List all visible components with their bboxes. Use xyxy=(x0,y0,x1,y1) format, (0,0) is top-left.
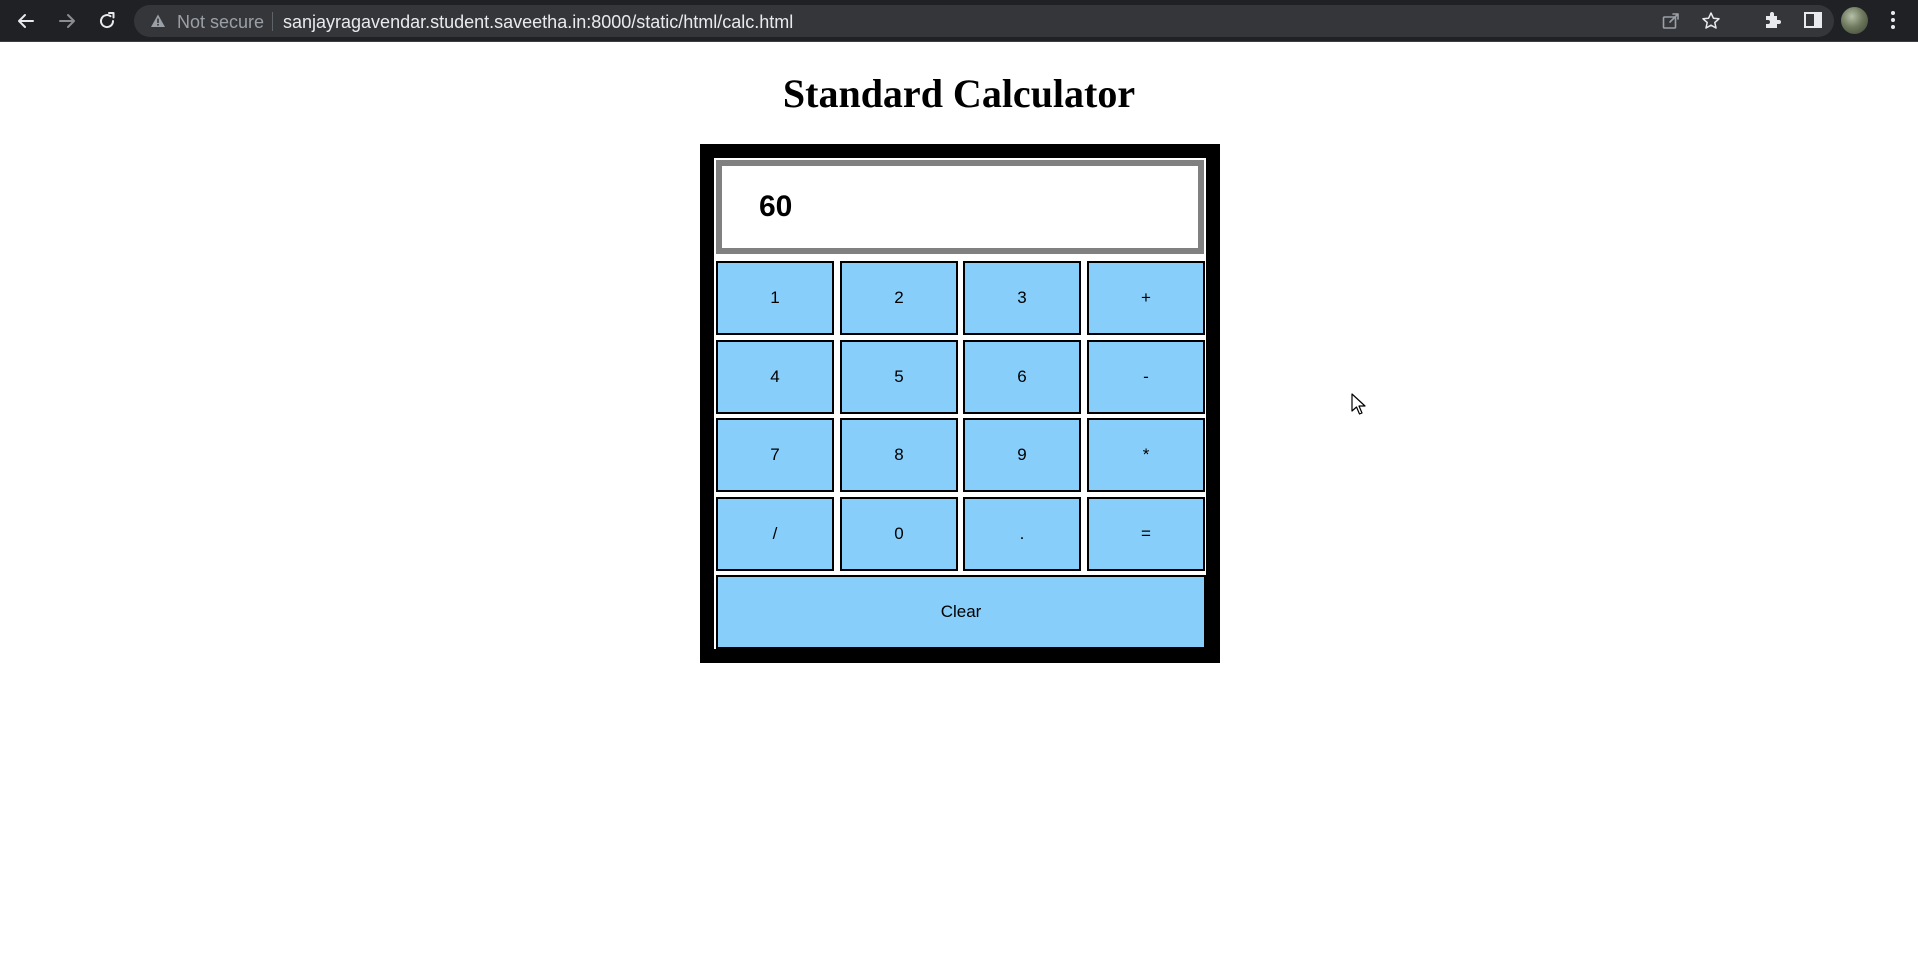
mouse-cursor-icon xyxy=(1351,393,1366,415)
arrow-left-icon xyxy=(18,14,34,28)
key-9[interactable]: 9 xyxy=(963,418,1081,492)
key-6[interactable]: 6 xyxy=(963,340,1081,414)
key-divide[interactable]: / xyxy=(716,497,834,571)
key-8[interactable]: 8 xyxy=(840,418,958,492)
clear-button[interactable]: Clear xyxy=(716,575,1206,649)
key-0[interactable]: 0 xyxy=(840,497,958,571)
back-button[interactable] xyxy=(12,7,40,35)
calculator-display[interactable]: 60 xyxy=(716,160,1204,254)
extensions-puzzle-icon[interactable] xyxy=(1762,9,1784,31)
reload-icon xyxy=(100,12,115,29)
address-bar[interactable]: Not secure sanjayragavendar.student.save… xyxy=(134,5,1834,37)
page-title: Standard Calculator xyxy=(782,71,1136,116)
more-options-icon[interactable] xyxy=(1882,9,1904,31)
bookmark-star-icon[interactable] xyxy=(1701,11,1721,31)
browser-toolbar: Not secure sanjayragavendar.student.save… xyxy=(0,0,1918,42)
profile-avatar[interactable] xyxy=(1841,7,1868,34)
key-2[interactable]: 2 xyxy=(840,261,958,335)
side-panel-icon[interactable] xyxy=(1802,9,1824,31)
key-4[interactable]: 4 xyxy=(716,340,834,414)
warning-icon xyxy=(151,14,165,27)
reload-button[interactable] xyxy=(93,7,121,35)
arrow-right-icon xyxy=(59,14,75,28)
key-minus[interactable]: - xyxy=(1087,340,1205,414)
key-plus[interactable]: + xyxy=(1087,261,1205,335)
key-1[interactable]: 1 xyxy=(716,261,834,335)
omnibox-divider xyxy=(272,12,273,31)
calculator-frame: 60 1 2 3 + 4 5 6 - 7 8 9 * / 0 . = Clear xyxy=(700,144,1220,663)
key-7[interactable]: 7 xyxy=(716,418,834,492)
key-3[interactable]: 3 xyxy=(963,261,1081,335)
url-text[interactable]: sanjayragavendar.student.saveetha.in:800… xyxy=(283,12,793,33)
share-icon[interactable] xyxy=(1661,11,1681,31)
key-multiply[interactable]: * xyxy=(1087,418,1205,492)
calculator-body: 60 1 2 3 + 4 5 6 - 7 8 9 * / 0 . = Clear xyxy=(714,158,1206,649)
security-status[interactable]: Not secure xyxy=(177,12,264,33)
key-equals[interactable]: = xyxy=(1087,497,1205,571)
key-decimal[interactable]: . xyxy=(963,497,1081,571)
key-5[interactable]: 5 xyxy=(840,340,958,414)
forward-button[interactable] xyxy=(53,7,81,35)
